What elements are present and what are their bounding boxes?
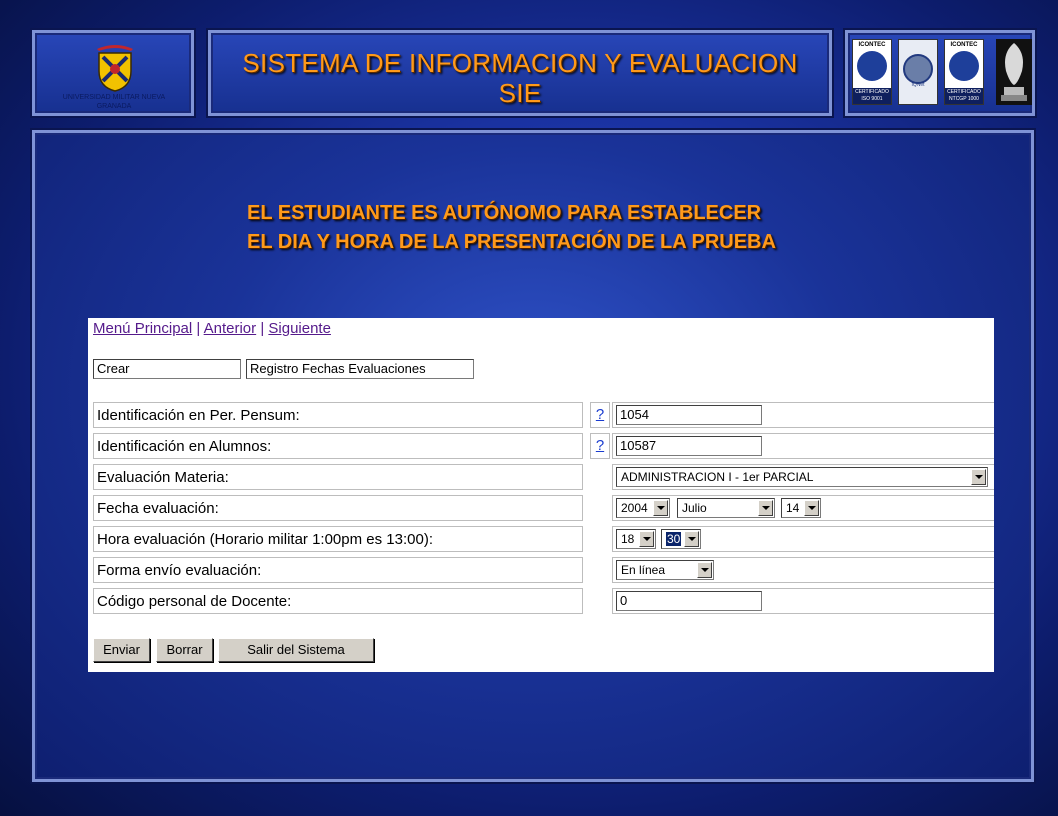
menu-anterior-link[interactable]: Anterior — [204, 320, 257, 337]
year-selected: 2004 — [621, 501, 648, 515]
icontec-iso-cert-icon: ICONTEC CERTIFICADO ISO 9001 — [852, 39, 892, 105]
mode-field[interactable]: Crear — [93, 359, 241, 379]
note-line-1: EL ESTUDIANTE ES AUTÓNOMO PARA ESTABLECE… — [247, 202, 762, 224]
form-row-pensum-id: Identificación en Per. Pensum: ? 1054 — [93, 402, 994, 432]
value-cell: 10587 — [612, 433, 994, 459]
autonomy-note: EL ESTUDIANTE ES AUTÓNOMO PARA ESTABLECE… — [247, 199, 776, 257]
student-id-input[interactable]: 10587 — [616, 436, 762, 456]
menu-separator: | — [256, 320, 269, 337]
hour-select[interactable]: 18 — [616, 529, 656, 549]
title-panel: SISTEMA DE INFORMACION Y EVALUACION SIE — [208, 30, 832, 116]
cert-top-label: ICONTEC — [950, 42, 978, 48]
form-row-student-id: Identificación en Alumnos: ? 10587 — [93, 433, 994, 463]
form-row-time: Hora evaluación (Horario militar 1:00pm … — [93, 526, 994, 556]
minute-select[interactable]: 30 — [661, 529, 701, 549]
evaluation-date-form: Menú Principal | Anterior | Siguiente Cr… — [88, 318, 994, 672]
menu-siguiente-link[interactable]: Siguiente — [268, 320, 331, 337]
form-row-date: Fecha evaluación: 2004 Julio 14 — [93, 495, 994, 525]
note-line-2: EL DIA Y HORA DE LA PRESENTACIÓN DE LA P… — [247, 231, 776, 253]
help-link[interactable]: ? — [590, 433, 610, 459]
row-label: Fecha evaluación: — [93, 495, 583, 521]
title-line-2: SIE — [498, 78, 542, 108]
send-button[interactable]: Enviar — [93, 638, 150, 662]
month-select[interactable]: Julio — [677, 498, 775, 518]
form-row-delivery: Forma envío evaluación: En línea — [93, 557, 994, 587]
cert-bottom-label: CERTIFICADO NTCGP 1000 — [945, 88, 983, 104]
help-glyph[interactable]: ? — [596, 437, 604, 454]
delivery-selected: En línea — [621, 563, 666, 577]
help-glyph[interactable]: ? — [596, 406, 604, 423]
clear-button[interactable]: Borrar — [156, 638, 213, 662]
row-label: Identificación en Alumnos: — [93, 433, 583, 459]
year-select[interactable]: 2004 — [616, 498, 670, 518]
certifications-panel: ICONTEC CERTIFICADO ISO 9001 IQNet ICONT… — [845, 30, 1035, 116]
dropdown-arrow-icon[interactable] — [653, 500, 668, 516]
subject-select[interactable]: ADMINISTRACION I - 1er PARCIAL — [616, 467, 988, 487]
row-label: Hora evaluación (Horario militar 1:00pm … — [93, 526, 583, 552]
cert-top-label: ICONTEC — [858, 42, 886, 48]
value-cell: 18 30 — [612, 526, 994, 552]
row-label: Código personal de Docente: — [93, 588, 583, 614]
row-label: Evaluación Materia: — [93, 464, 583, 490]
logo-caption: UNIVERSIDAD MILITAR NUEVA GRANADA — [62, 94, 166, 110]
dropdown-arrow-icon[interactable] — [971, 469, 986, 485]
page-title: SISTEMA DE INFORMACION Y EVALUACION SIE — [211, 48, 829, 108]
exit-system-button[interactable]: Salir del Sistema — [218, 638, 374, 662]
value-cell: 1054 — [612, 402, 994, 428]
menu-principal-link[interactable]: Menú Principal — [93, 320, 192, 337]
trophy-icon — [996, 39, 1032, 105]
row-label: Forma envío evaluación: — [93, 557, 583, 583]
hour-selected: 18 — [621, 532, 635, 546]
dropdown-arrow-icon[interactable] — [758, 500, 773, 516]
teacher-code-input[interactable]: 0 — [616, 591, 762, 611]
menu-separator: | — [192, 320, 204, 337]
section-field[interactable]: Registro Fechas Evaluaciones — [246, 359, 474, 379]
delivery-select[interactable]: En línea — [616, 560, 714, 580]
dropdown-arrow-icon[interactable] — [684, 531, 699, 547]
logo-panel: UNIVERSIDAD MILITAR NUEVA GRANADA — [32, 30, 194, 116]
value-cell: 2004 Julio 14 — [612, 495, 994, 521]
subject-selected: ADMINISTRACION I - 1er PARCIAL — [621, 470, 814, 484]
cert-bottom-label: IQNet — [911, 82, 925, 88]
title-line-1: SISTEMA DE INFORMACION Y EVALUACION — [242, 48, 798, 78]
value-cell: 0 — [612, 588, 994, 614]
dropdown-arrow-icon[interactable] — [639, 531, 654, 547]
day-select[interactable]: 14 — [781, 498, 821, 518]
month-selected: Julio — [682, 501, 707, 515]
cert-bottom-label: CERTIFICADO ISO 9001 — [853, 88, 891, 104]
form-row-teacher-code: Código personal de Docente: 0 — [93, 588, 994, 618]
help-link[interactable]: ? — [590, 402, 610, 428]
pensum-id-input[interactable]: 1054 — [616, 405, 762, 425]
nav-menu: Menú Principal | Anterior | Siguiente — [93, 320, 331, 337]
row-label: Identificación en Per. Pensum: — [93, 402, 583, 428]
iqnet-cert-icon: IQNet — [898, 39, 938, 105]
form-row-subject: Evaluación Materia: ADMINISTRACION I - 1… — [93, 464, 994, 494]
minute-selected: 30 — [666, 532, 682, 546]
icontec-ntcgp-cert-icon: ICONTEC CERTIFICADO NTCGP 1000 — [944, 39, 984, 105]
dropdown-arrow-icon[interactable] — [697, 562, 712, 578]
university-crest-icon — [97, 45, 133, 92]
dropdown-arrow-icon[interactable] — [804, 500, 819, 516]
value-cell: En línea — [612, 557, 994, 583]
day-selected: 14 — [786, 501, 800, 515]
value-cell: ADMINISTRACION I - 1er PARCIAL — [612, 464, 994, 490]
